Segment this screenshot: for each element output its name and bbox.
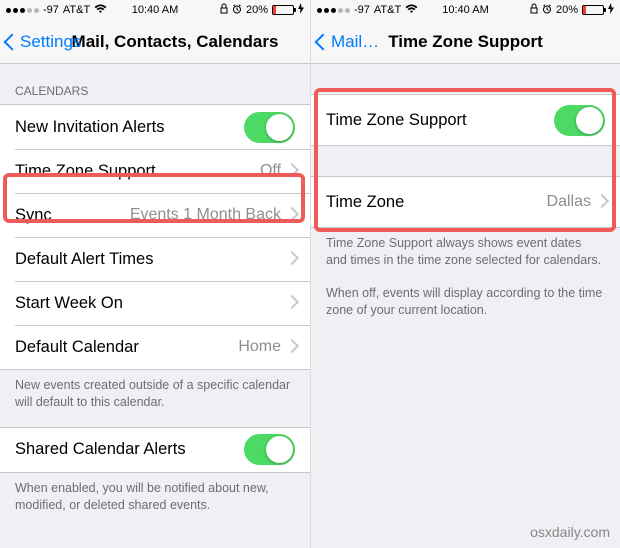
status-bar: -97 AT&T 10:40 AM 20% <box>311 0 620 20</box>
section-header-calendars: CALENDARS <box>0 64 310 104</box>
row-default-alert-times[interactable]: Default Alert Times <box>0 237 310 281</box>
row-value: Dallas <box>547 193 591 211</box>
back-button[interactable]: Settings <box>6 32 81 52</box>
row-label: Sync <box>15 206 130 225</box>
nav-bar: Settings Mail, Contacts, Calendars <box>0 20 310 64</box>
row-value: Off <box>260 162 281 180</box>
wifi-icon <box>405 4 418 17</box>
row-start-week-on[interactable]: Start Week On <box>0 281 310 325</box>
signal-dots <box>317 8 350 13</box>
row-label: Time Zone Support <box>326 111 554 130</box>
left-screenshot: -97 AT&T 10:40 AM 20% Settings Mail, Con… <box>0 0 310 548</box>
battery-icon <box>582 5 604 15</box>
alarm-icon <box>542 4 552 17</box>
toggle-time-zone-support[interactable] <box>554 105 605 136</box>
nav-title: Mail, Contacts, Calendars <box>72 32 279 52</box>
battery-percent: 20% <box>246 4 268 16</box>
back-label: Settings <box>20 32 81 52</box>
charge-icon <box>298 3 304 17</box>
chevron-right-icon <box>287 165 295 178</box>
row-label: Time Zone <box>326 193 547 212</box>
nav-title: Time Zone Support <box>388 32 543 52</box>
lock-icon <box>530 3 538 17</box>
wifi-icon <box>94 4 107 17</box>
footer-tz-off: When off, events will display according … <box>311 285 620 335</box>
row-time-zone-support[interactable]: Time Zone Support <box>311 95 620 145</box>
row-label: Start Week On <box>15 294 287 313</box>
toggle-new-invitation-alerts[interactable] <box>244 112 295 143</box>
row-label: New Invitation Alerts <box>15 118 244 137</box>
signal-strength: -97 <box>43 4 59 16</box>
signal-dots <box>6 8 39 13</box>
status-bar: -97 AT&T 10:40 AM 20% <box>0 0 310 20</box>
row-default-calendar[interactable]: Default Calendar Home <box>0 325 310 369</box>
battery-percent: 20% <box>556 4 578 16</box>
charge-icon <box>608 3 614 17</box>
lock-icon <box>220 3 228 17</box>
row-shared-calendar-alerts[interactable]: Shared Calendar Alerts <box>0 428 310 472</box>
carrier-label: AT&T <box>63 4 90 16</box>
right-screenshot: -97 AT&T 10:40 AM 20% Mail… Time Zone Su… <box>310 0 620 548</box>
footer-tz-on: Time Zone Support always shows event dat… <box>311 228 620 285</box>
row-label: Shared Calendar Alerts <box>15 440 244 459</box>
watermark: osxdaily.com <box>530 524 610 540</box>
row-label: Time Zone Support <box>15 162 260 181</box>
carrier-label: AT&T <box>374 4 401 16</box>
toggle-shared-calendar-alerts[interactable] <box>244 434 295 465</box>
nav-bar: Mail… Time Zone Support <box>311 20 620 64</box>
back-button[interactable]: Mail… <box>317 32 379 52</box>
row-sync[interactable]: Sync Events 1 Month Back <box>0 193 310 237</box>
chevron-right-icon <box>287 341 295 354</box>
footer-default-calendar: New events created outside of a specific… <box>0 370 310 427</box>
row-label: Default Calendar <box>15 338 238 357</box>
battery-icon <box>272 5 294 15</box>
row-value: Home <box>238 338 281 356</box>
row-time-zone-support[interactable]: Time Zone Support Off <box>0 149 310 193</box>
chevron-right-icon <box>287 297 295 310</box>
row-new-invitation-alerts[interactable]: New Invitation Alerts <box>0 105 310 149</box>
back-label: Mail… <box>331 32 379 52</box>
chevron-right-icon <box>287 209 295 222</box>
chevron-left-icon <box>317 32 329 52</box>
chevron-right-icon <box>287 253 295 266</box>
row-value: Events 1 Month Back <box>130 206 281 224</box>
chevron-right-icon <box>597 196 605 209</box>
row-time-zone[interactable]: Time Zone Dallas <box>311 177 620 227</box>
alarm-icon <box>232 4 242 17</box>
row-label: Default Alert Times <box>15 250 287 269</box>
footer-shared-alerts: When enabled, you will be notified about… <box>0 473 310 530</box>
chevron-left-icon <box>6 32 18 52</box>
signal-strength: -97 <box>354 4 370 16</box>
